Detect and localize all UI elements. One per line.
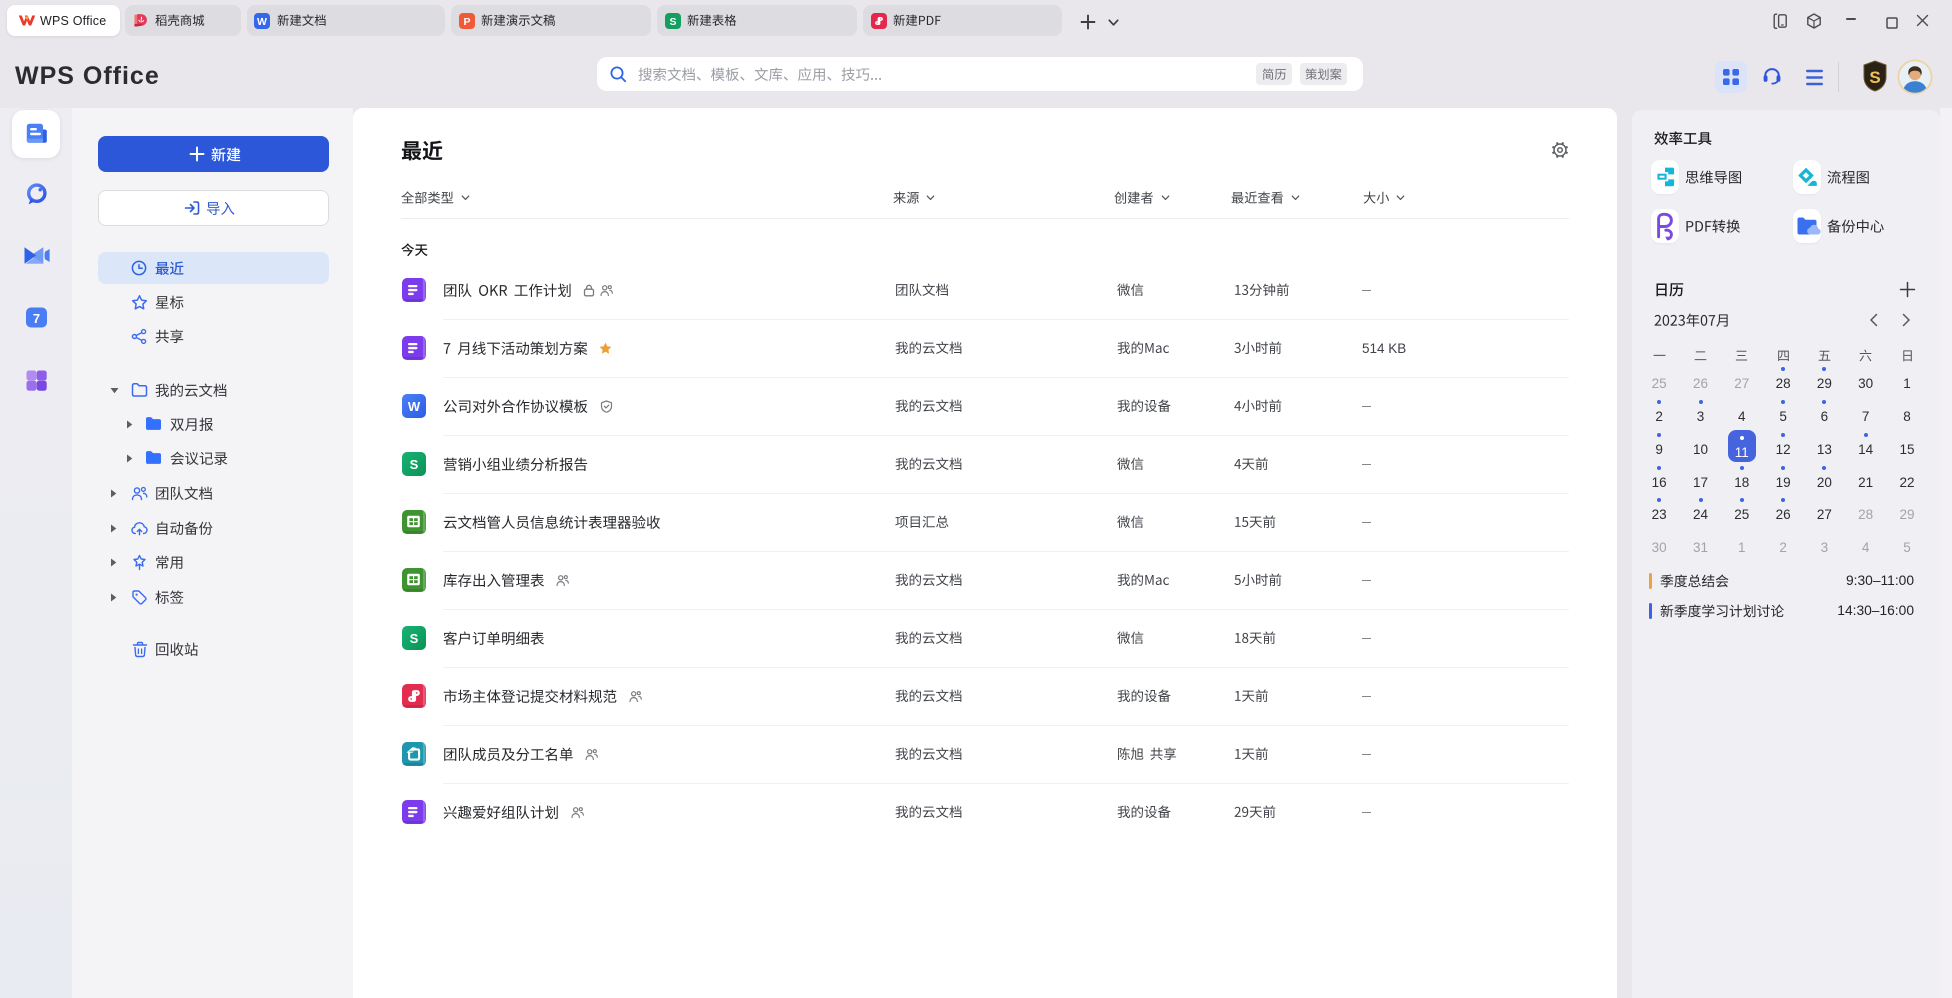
svg-text:7: 7 (33, 311, 40, 326)
svg-text:S: S (1869, 68, 1880, 87)
svg-text:P: P (463, 16, 470, 28)
svg-text:S: S (410, 631, 419, 646)
svg-text:S: S (669, 16, 676, 28)
svg-text:W: W (408, 399, 421, 414)
svg-text:S: S (410, 457, 419, 472)
svg-text:W: W (257, 16, 267, 28)
